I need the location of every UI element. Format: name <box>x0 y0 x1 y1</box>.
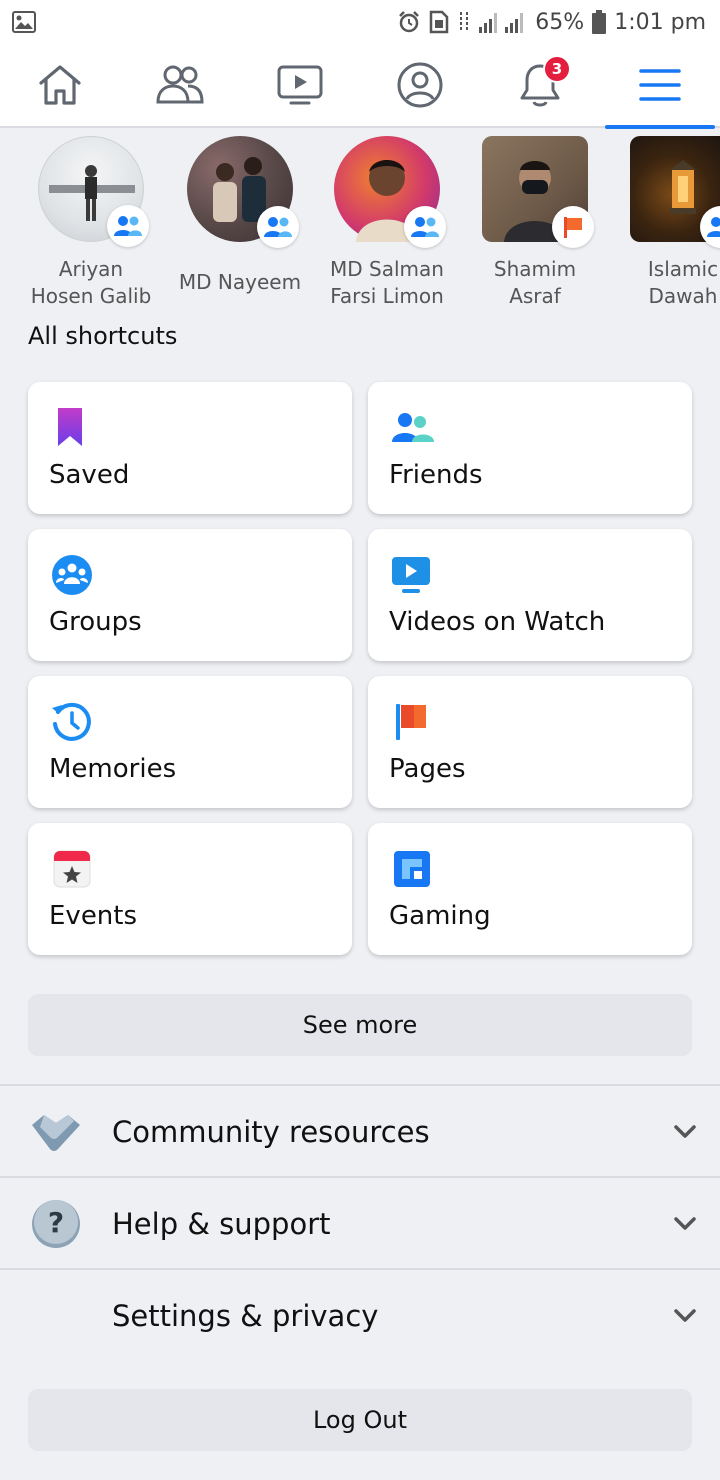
avatar <box>38 136 149 247</box>
logout-button[interactable]: Log Out <box>28 1389 692 1451</box>
flag-icon <box>564 217 582 238</box>
avatar <box>334 136 446 248</box>
shortcut-label: Groups <box>49 607 142 637</box>
see-more-button[interactable]: See more <box>28 994 692 1056</box>
friends-icon <box>392 413 434 442</box>
profile-item[interactable]: Islamic Dawah <box>613 136 720 310</box>
group-badge <box>404 206 446 248</box>
flag-icon <box>396 704 426 740</box>
profiles-row: Ariyan Hosen Galib MD Nayeem MD Salman F… <box>0 130 720 320</box>
battery-icon <box>592 10 607 34</box>
help-support-row[interactable]: ? Help & support <box>0 1178 720 1270</box>
question-icon: ? <box>32 1200 80 1248</box>
shortcut-groups[interactable]: Groups <box>28 529 352 661</box>
chevron-down-icon <box>674 1125 696 1138</box>
tab-friends[interactable] <box>125 43 235 127</box>
bookmark-icon <box>58 408 82 446</box>
svg-text:?: ? <box>48 1206 64 1239</box>
hamburger-icon <box>639 69 681 101</box>
group-icon <box>411 217 439 237</box>
group-icon <box>114 216 142 236</box>
image-notification-icon <box>12 11 36 33</box>
alarm-icon <box>399 11 420 33</box>
shortcut-gaming[interactable]: Gaming <box>368 823 692 955</box>
row-label: Help & support <box>112 1207 331 1241</box>
shortcut-videos-on-watch[interactable]: Videos on Watch <box>368 529 692 661</box>
tab-home[interactable] <box>5 43 115 127</box>
chevron-down-icon <box>674 1309 696 1322</box>
notification-badge: 3 <box>543 55 571 83</box>
shortcut-label: Saved <box>49 460 130 490</box>
home-icon <box>39 65 81 105</box>
tab-menu[interactable] <box>605 43 715 129</box>
video-icon <box>277 65 323 105</box>
tab-notifications[interactable]: 3 <box>485 43 595 127</box>
profile-name: Shamim Asraf <box>493 257 577 308</box>
avatar <box>630 136 720 248</box>
groups-icon <box>52 555 92 595</box>
shortcut-label: Friends <box>389 460 483 490</box>
group-icon <box>264 217 292 237</box>
signal-icon <box>479 13 524 33</box>
shortcut-memories[interactable]: Memories <box>28 676 352 808</box>
shortcut-label: Memories <box>49 754 177 784</box>
community-resources-row[interactable]: Community resources <box>0 1086 720 1178</box>
profile-item[interactable]: Ariyan Hosen Galib <box>21 136 161 310</box>
page-badge <box>552 206 594 248</box>
top-navigation: 3 <box>0 43 720 129</box>
chevron-down-icon <box>674 1217 696 1230</box>
profile-item[interactable]: MD Nayeem <box>170 136 310 296</box>
avatar <box>187 136 299 248</box>
row-label: Community resources <box>112 1115 430 1149</box>
profile-item[interactable]: MD Salman Farsi Limon <box>317 136 457 310</box>
profile-name: Ariyan Hosen Galib <box>30 257 152 308</box>
tab-profile[interactable] <box>365 43 475 127</box>
profile-item[interactable]: Shamim Asraf <box>465 136 605 310</box>
shortcut-label: Events <box>49 901 138 931</box>
shortcut-pages[interactable]: Pages <box>368 676 692 808</box>
shortcut-events[interactable]: Events <box>28 823 352 955</box>
handshake-icon <box>32 1115 80 1151</box>
gaming-icon <box>394 851 430 887</box>
sim-icon <box>430 10 449 34</box>
calendar-icon <box>53 850 91 888</box>
clock-time: 1:01 pm <box>614 9 706 35</box>
shortcut-saved[interactable]: Saved <box>28 382 352 514</box>
battery-percent: 65% <box>535 9 585 35</box>
settings-privacy-row[interactable]: Settings & privacy <box>0 1270 720 1362</box>
tab-watch[interactable] <box>245 43 355 127</box>
shortcut-label: Videos on Watch <box>389 607 606 637</box>
row-label: Settings & privacy <box>112 1299 379 1333</box>
profile-icon <box>397 62 443 108</box>
group-badge <box>257 206 299 248</box>
profile-name: Islamic Dawah <box>647 257 719 308</box>
group-icon <box>707 217 720 237</box>
status-bar: 65% 1:01 pm <box>0 0 720 44</box>
shortcut-label: Gaming <box>389 901 491 931</box>
group-badge <box>107 205 149 247</box>
shortcut-friends[interactable]: Friends <box>368 382 692 514</box>
avatar <box>482 136 594 248</box>
video-icon <box>392 557 430 593</box>
friends-icon <box>156 65 204 104</box>
shortcut-label: Pages <box>389 754 466 784</box>
shortcuts-title: All shortcuts <box>28 322 178 350</box>
data-arrows-icon <box>460 12 469 32</box>
profile-name: MD Nayeem <box>178 270 302 294</box>
profile-name: MD Salman Farsi Limon <box>330 257 444 308</box>
clock-icon <box>52 702 91 741</box>
